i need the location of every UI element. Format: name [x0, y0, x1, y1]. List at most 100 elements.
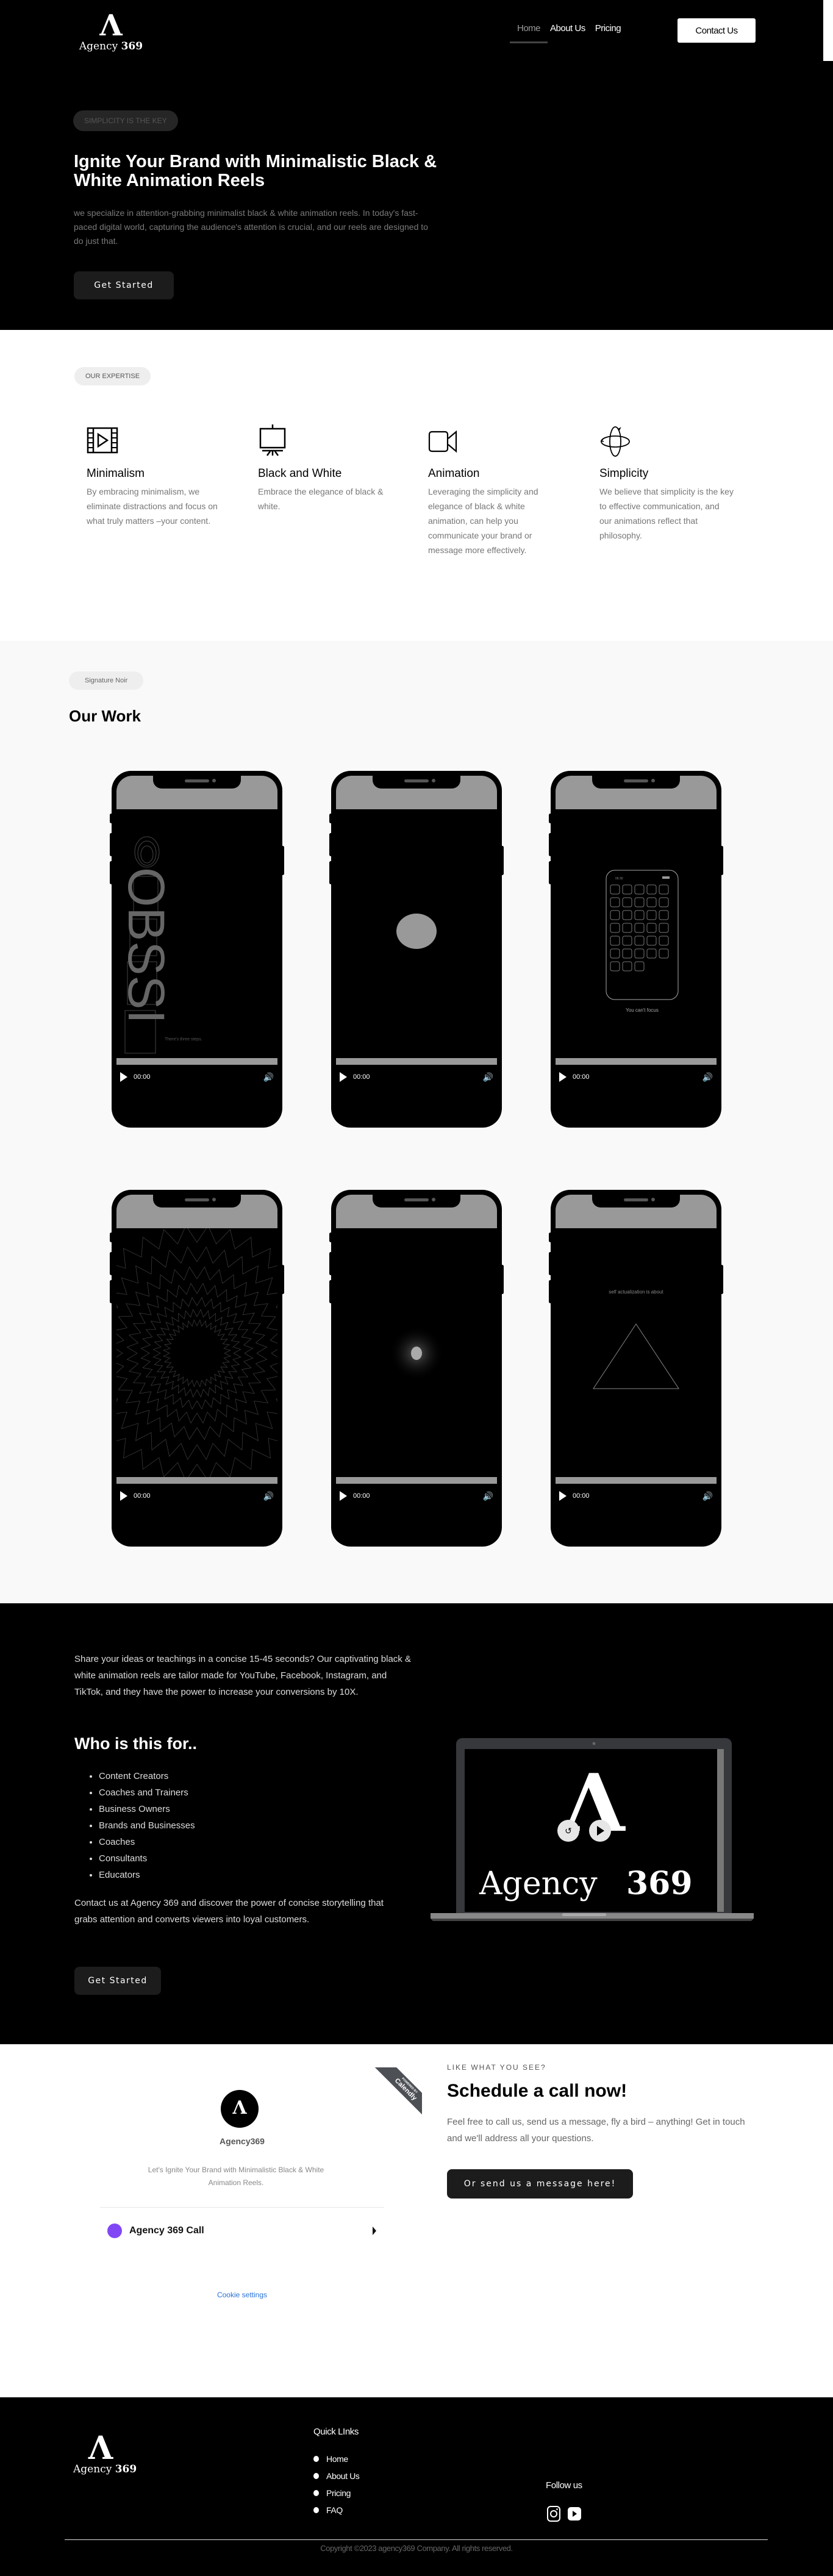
footer-logo[interactable]: Λ Agency 369 [73, 2433, 137, 2476]
site-logo[interactable]: Λ Agency 369 [74, 9, 148, 52]
quick-links: Home About Us Pricing FAQ [313, 2450, 360, 2519]
svg-text:↺: ↺ [565, 1826, 572, 1836]
volume-icon[interactable]: 🔊 [263, 1072, 274, 1082]
app-icon [610, 936, 620, 946]
calendly-event-item[interactable]: Agency 369 Call [107, 2222, 382, 2240]
footer-divider [65, 2539, 768, 2540]
video-player-5[interactable]: 00:00 🔊 [329, 1190, 504, 1547]
calendly-widget: POWERED BY Calendly Λ Agency369 Let's Ign… [90, 2061, 422, 2342]
app-icon [610, 948, 620, 959]
video-player-1[interactable]: OBSSI There's three steps. 00:00 🔊 [110, 771, 284, 1128]
audience-item: Brands and Businesses [99, 1817, 195, 1834]
video-frame [336, 1228, 497, 1477]
audience-outro: Contact us at Agency 369 and discover th… [74, 1898, 384, 1925]
volume-icon[interactable]: 🔊 [263, 1491, 274, 1501]
app-icon [622, 936, 632, 946]
youtube-icon[interactable] [567, 2506, 582, 2522]
footer-link-about[interactable]: About Us [313, 2467, 360, 2485]
feature-minimalism: Minimalism By embracing minimalism, we e… [87, 424, 221, 528]
camera-icon [212, 1198, 216, 1201]
feature-text: Leveraging the simplicity and elegance o… [428, 487, 538, 555]
follow-title: Follow us [546, 2480, 582, 2491]
volume-icon[interactable]: 🔊 [703, 1491, 713, 1501]
calendly-avatar: Λ [221, 2090, 259, 2128]
expertise-tag: OUR EXPERTISE [74, 367, 151, 385]
feature-title: Minimalism [87, 467, 145, 480]
logo-number: 369 [121, 40, 143, 52]
play-icon[interactable] [120, 1491, 127, 1501]
app-icon [622, 961, 632, 971]
app-icon [646, 923, 657, 933]
audience-item: Business Owners [99, 1801, 195, 1817]
nav-pricing[interactable]: Pricing [594, 23, 622, 34]
send-message-button[interactable]: Or send us a message here! [447, 2169, 633, 2199]
laptop-video-player[interactable]: Λ ↺ Agency 369 [423, 1726, 759, 1922]
footer: Λ Agency 369 Quick LInks Home About Us P… [0, 2397, 833, 2576]
app-icon [634, 884, 645, 895]
video-progress-bar[interactable] [556, 1477, 717, 1484]
play-icon[interactable] [340, 1491, 347, 1501]
footer-link-faq[interactable]: FAQ [313, 2502, 359, 2519]
nav-home[interactable]: Home [509, 23, 548, 43]
video-time: 00:00 [353, 1073, 370, 1081]
video-time: 00:00 [134, 1492, 151, 1500]
play-icon[interactable] [340, 1072, 347, 1082]
hero-description: we specialize in attention-grabbing mini… [74, 208, 428, 246]
video-progress-bar[interactable] [556, 1058, 717, 1065]
app-icon [634, 897, 645, 907]
event-name: Agency 369 Call [129, 2225, 204, 2236]
video-player-6[interactable]: self actualization is about 00:00 🔊 [549, 1190, 723, 1547]
video-camera-icon [428, 424, 465, 455]
contact-section: POWERED BY Calendly Λ Agency369 Let's Ign… [0, 2044, 833, 2397]
video-controls: 00:00 🔊 [340, 1489, 493, 1503]
video-time: 00:00 [573, 1073, 590, 1081]
video-overlay-text: OBSSI [118, 867, 175, 1024]
get-started-button-2[interactable]: Get Started [74, 1967, 161, 1995]
feature-text: We believe that simplicity is the key to… [599, 487, 734, 540]
video-progress-bar[interactable] [116, 1058, 277, 1065]
video-progress-bar[interactable] [336, 1058, 497, 1065]
divider [100, 2207, 384, 2208]
volume-icon[interactable]: 🔊 [483, 1072, 493, 1082]
app-icon [622, 923, 632, 933]
quick-links-title: Quick LInks [313, 2427, 359, 2437]
nav-about-us[interactable]: About Us [549, 23, 587, 34]
feature-text: By embracing minimalism, we eliminate di… [87, 487, 218, 526]
get-started-button[interactable]: Get Started [74, 271, 174, 299]
gray-circle [396, 914, 437, 949]
audience-item: Content Creators [99, 1768, 195, 1784]
expertise-section: OUR EXPERTISE Minimalism By embracing mi… [0, 330, 833, 641]
app-icon [622, 884, 632, 895]
video-frame: self actualization is about [556, 1228, 717, 1477]
video-player-3[interactable]: 06:30 You can't focus 00:00 🔊 [549, 771, 723, 1128]
app-icon [622, 897, 632, 907]
logo-name: Agency [79, 40, 118, 52]
video-progress-bar[interactable] [336, 1477, 497, 1484]
video-controls: 00:00 🔊 [340, 1070, 493, 1084]
laptop-logo-number: 369 [626, 1865, 693, 1902]
video-player-4[interactable]: 00:00 🔊 [110, 1190, 284, 1547]
play-icon[interactable] [120, 1072, 127, 1082]
laptop-logo-name: Agency [479, 1866, 598, 1902]
play-icon[interactable] [559, 1072, 567, 1082]
lambda-logo-icon: Λ [99, 9, 123, 43]
app-icon [659, 884, 669, 895]
contact-us-button[interactable]: Contact Us [677, 18, 756, 43]
volume-icon[interactable]: 🔊 [703, 1072, 713, 1082]
app-icon [610, 910, 620, 920]
svg-text:06:30: 06:30 [615, 877, 623, 881]
video-player-2[interactable]: 00:00 🔊 [329, 771, 504, 1128]
app-icon [634, 961, 645, 971]
cookie-settings-link[interactable]: Cookie settings [90, 2291, 395, 2299]
video-progress-bar[interactable] [116, 1477, 277, 1484]
footer-link-pricing[interactable]: Pricing [313, 2485, 359, 2502]
instagram-icon[interactable] [546, 2506, 561, 2522]
calendly-ribbon[interactable]: POWERED BY Calendly [364, 2067, 422, 2125]
camera-icon [651, 1198, 655, 1201]
footer-link-home[interactable]: Home [313, 2450, 359, 2467]
copyright: Copyright ©2023 agency369 Company. All r… [320, 2544, 513, 2553]
video-caption: There's three steps. [165, 1037, 202, 1042]
play-icon[interactable] [559, 1491, 567, 1501]
volume-icon[interactable]: 🔊 [483, 1491, 493, 1501]
work-tag: Signature Noir [69, 671, 144, 690]
